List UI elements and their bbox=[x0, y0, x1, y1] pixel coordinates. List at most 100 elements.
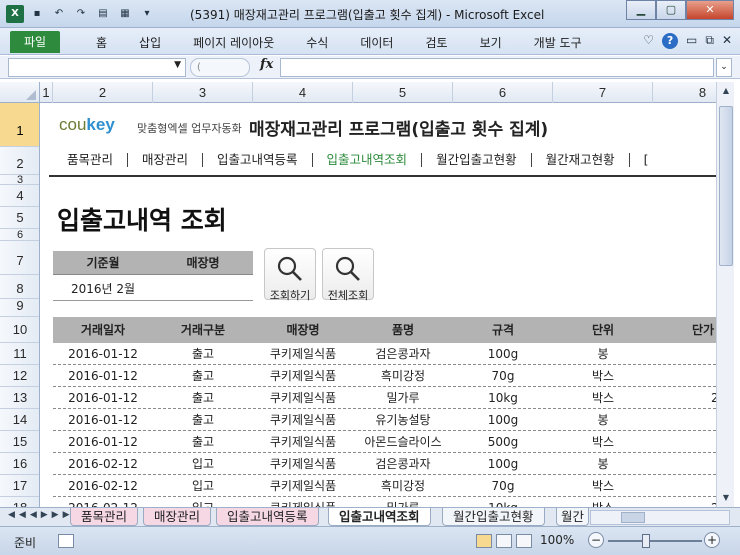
cell-product[interactable]: 검은콩과자 bbox=[353, 343, 453, 365]
zoom-out-icon[interactable]: − bbox=[588, 532, 604, 548]
horizontal-scrollbar[interactable] bbox=[590, 510, 730, 525]
page-layout-view-icon[interactable] bbox=[496, 534, 512, 548]
nav-item-io-inquiry[interactable]: 입출고내역조회 bbox=[313, 153, 423, 167]
cell-store[interactable]: 쿠키제일식품 bbox=[253, 343, 353, 365]
sheet-tab-monthly-io[interactable]: 월간입출고현황 bbox=[442, 508, 545, 526]
cell-product[interactable]: 아몬드슬라이스 bbox=[353, 431, 453, 453]
row-header[interactable]: 17 bbox=[0, 475, 39, 497]
scroll-up-icon[interactable]: ▲ bbox=[718, 84, 734, 98]
zoom-in-icon[interactable]: + bbox=[704, 532, 720, 548]
ribbon-collapse-icon[interactable]: ♡ bbox=[643, 33, 654, 49]
minimize-button[interactable]: ▁ bbox=[626, 0, 656, 20]
cell-unit[interactable]: 박스 bbox=[553, 365, 653, 387]
cell-product[interactable]: 밀가루 bbox=[353, 387, 453, 409]
cell-product[interactable]: 흑미강정 bbox=[353, 365, 453, 387]
cell-store[interactable]: 쿠키제일식품 bbox=[253, 409, 353, 431]
cell-price[interactable]: 3,500 bbox=[653, 453, 716, 475]
sheet-tab-stores[interactable]: 매장관리 bbox=[143, 508, 212, 526]
cell-price[interactable]: 1,700 bbox=[653, 409, 716, 431]
cell-type[interactable]: 입고 bbox=[153, 453, 253, 475]
column-header[interactable]: 4 bbox=[253, 82, 353, 103]
column-header[interactable]: 2 bbox=[53, 82, 153, 103]
cell-date[interactable]: 2016-01-12 bbox=[53, 387, 153, 409]
undo-icon[interactable]: ↶ bbox=[50, 5, 68, 23]
row-header[interactable]: 6 bbox=[0, 229, 39, 241]
nav-item-more[interactable]: [ bbox=[630, 153, 663, 167]
cell-type[interactable]: 출고 bbox=[153, 409, 253, 431]
redo-icon[interactable]: ↷ bbox=[72, 5, 90, 23]
row-header[interactable]: 8 bbox=[0, 275, 39, 299]
search-button[interactable]: 조회하기 bbox=[264, 248, 316, 302]
nav-item-monthly-io[interactable]: 월간입출고현황 bbox=[422, 153, 532, 167]
cell-product[interactable]: 검은콩과자 bbox=[353, 453, 453, 475]
cell-type[interactable]: 출고 bbox=[153, 387, 253, 409]
cell-spec[interactable]: 10kg bbox=[453, 387, 553, 409]
table-row[interactable]: 2016-02-12입고쿠키제일식품밀가루10kg박스20,000 bbox=[53, 497, 716, 507]
workbook-restore-icon[interactable]: ⧉ bbox=[705, 33, 714, 49]
nav-item-io-register[interactable]: 입출고내역등록 bbox=[203, 153, 313, 167]
nav-item-monthly-stock[interactable]: 월간재고현황 bbox=[532, 153, 630, 167]
cell-unit[interactable]: 박스 bbox=[553, 475, 653, 497]
cell-date[interactable]: 2016-02-12 bbox=[53, 475, 153, 497]
cell-date[interactable]: 2016-01-12 bbox=[53, 343, 153, 365]
workbook-close-icon[interactable]: ✕ bbox=[722, 33, 732, 49]
select-all-corner[interactable] bbox=[0, 82, 40, 103]
sheet-tab-products[interactable]: 품목관리 bbox=[70, 508, 139, 526]
nav-item-stores[interactable]: 매장관리 bbox=[128, 153, 204, 167]
zoom-slider[interactable] bbox=[608, 540, 702, 542]
row-header[interactable]: 9 bbox=[0, 299, 39, 317]
file-tab[interactable]: 파일 bbox=[10, 31, 60, 53]
column-header[interactable]: 5 bbox=[353, 82, 453, 103]
cell-type[interactable]: 출고 bbox=[153, 431, 253, 453]
excel-logo-icon[interactable]: X bbox=[6, 5, 24, 23]
cell-type[interactable]: 입고 bbox=[153, 497, 253, 507]
tab-developer[interactable]: 개발 도구 bbox=[518, 34, 598, 51]
cell-date[interactable]: 2016-01-12 bbox=[53, 365, 153, 387]
zoom-slider-handle[interactable] bbox=[642, 534, 650, 548]
table-row[interactable]: 2016-02-12입고쿠키제일식품검은콩과자100g봉3,500 bbox=[53, 453, 716, 475]
cell-product[interactable]: 밀가루 bbox=[353, 497, 453, 507]
table-row[interactable]: 2016-01-12출고쿠키제일식품검은콩과자100g봉3,500 bbox=[53, 343, 716, 365]
scroll-thumb[interactable] bbox=[719, 106, 733, 266]
table-row[interactable]: 2016-01-12출고쿠키제일식품유기농설탕100g봉1,700 bbox=[53, 409, 716, 431]
cell-price[interactable]: 6,500 bbox=[653, 431, 716, 453]
close-button[interactable]: ✕ bbox=[686, 0, 734, 20]
workbook-minimize-icon[interactable]: ▭ bbox=[686, 33, 697, 49]
row-header[interactable]: 7 bbox=[0, 241, 39, 275]
cell-spec[interactable]: 10kg bbox=[453, 497, 553, 507]
row-header[interactable]: 3 bbox=[0, 175, 39, 186]
tab-data[interactable]: 데이터 bbox=[344, 34, 409, 51]
column-header[interactable]: 7 bbox=[553, 82, 653, 103]
row-header[interactable]: 18 bbox=[0, 497, 39, 507]
macro-record-icon[interactable] bbox=[58, 534, 74, 548]
row-header[interactable]: 2 bbox=[0, 147, 39, 175]
cell-price[interactable]: 3,500 bbox=[653, 343, 716, 365]
sheet-nav-arrows-icon[interactable]: ◀◀◀▶▶▶ bbox=[8, 510, 74, 520]
customize-toolbar-icon[interactable]: ▾ bbox=[138, 5, 156, 23]
table-row[interactable]: 2016-01-12출고쿠키제일식품밀가루10kg박스20,000 bbox=[53, 387, 716, 409]
sheet-tab-monthly[interactable]: 월간 bbox=[556, 508, 590, 526]
cell-price[interactable]: 2,000 bbox=[653, 475, 716, 497]
name-box[interactable]: ▼ bbox=[8, 58, 186, 77]
sheet-tab-io-register[interactable]: 입출고내역등록 bbox=[216, 508, 319, 526]
cell-price[interactable]: 20,000 bbox=[653, 497, 716, 507]
cell-spec[interactable]: 500g bbox=[453, 431, 553, 453]
tab-review[interactable]: 검토 bbox=[409, 34, 463, 51]
table-row[interactable]: 2016-01-12출고쿠키제일식품아몬드슬라이스500g박스6,500 bbox=[53, 431, 716, 453]
cell-unit[interactable]: 박스 bbox=[553, 431, 653, 453]
cell-unit[interactable]: 봉 bbox=[553, 343, 653, 365]
insert-function-button[interactable]: fx bbox=[260, 57, 273, 72]
row-header[interactable]: 4 bbox=[0, 185, 39, 207]
table-row[interactable]: 2016-02-12입고쿠키제일식품흑미강정70g박스2,000 bbox=[53, 475, 716, 497]
cell-unit[interactable]: 박스 bbox=[553, 387, 653, 409]
formula-controls[interactable]: ( bbox=[190, 58, 250, 77]
worksheet[interactable]: coukey 맞춤형엑셀 업무자동화 매장재고관리 프로그램(입출고 횟수 집계… bbox=[41, 103, 716, 507]
vertical-scrollbar[interactable]: ▲ ▼ bbox=[716, 82, 734, 507]
row-header[interactable]: 5 bbox=[0, 207, 39, 229]
row-header[interactable]: 10 bbox=[0, 317, 39, 343]
cell-spec[interactable]: 100g bbox=[453, 409, 553, 431]
cell-unit[interactable]: 봉 bbox=[553, 453, 653, 475]
row-header[interactable]: 13 bbox=[0, 387, 39, 409]
cell-type[interactable]: 입고 bbox=[153, 475, 253, 497]
help-icon[interactable]: ? bbox=[662, 33, 679, 49]
